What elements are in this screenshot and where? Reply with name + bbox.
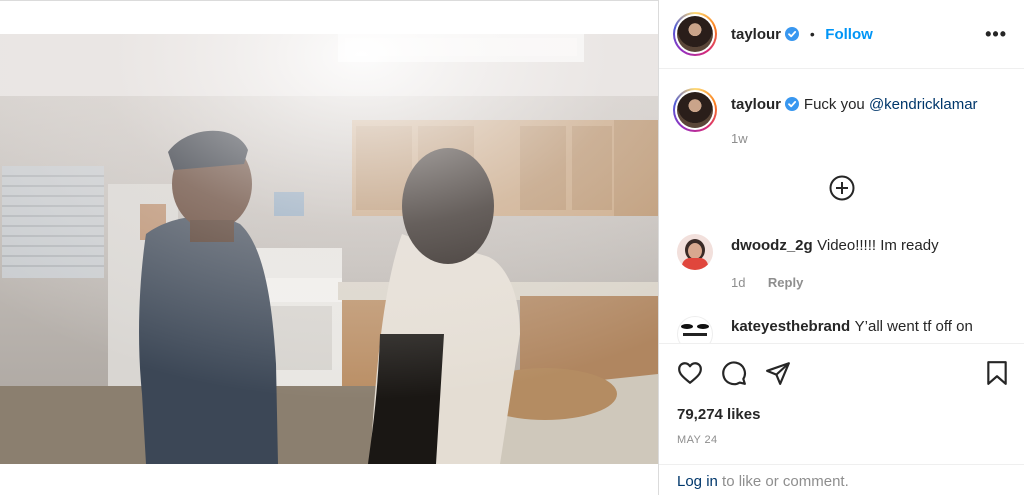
more-options-icon[interactable]: ••• [985, 24, 1007, 45]
login-link[interactable]: Log in [677, 473, 718, 490]
top-divider [0, 0, 658, 1]
comment: dwoodz_2g Video!!!!! Im ready [731, 237, 939, 255]
login-prompt-text: to like or comment. [717, 473, 849, 490]
post-photo[interactable] [0, 34, 658, 464]
instagram-post-page: taylour • Follow ••• taylour Fuck you @k… [0, 0, 1024, 495]
post-date[interactable]: MAY 24 [677, 434, 718, 446]
caption-username[interactable]: taylour [731, 96, 781, 113]
bookmark-icon[interactable] [985, 360, 1009, 386]
comment-username[interactable]: dwoodz_2g [731, 237, 813, 254]
heart-icon[interactable] [677, 360, 703, 386]
share-icon[interactable] [765, 360, 791, 386]
comment-text: Video!!!!! Im ready [817, 237, 939, 254]
comment-text: Y’all went tf off on [854, 318, 973, 335]
caption-text: Fuck you [803, 96, 869, 113]
comment-meta: 1d Reply [731, 274, 803, 292]
comment-time[interactable]: 1d [731, 275, 745, 290]
login-footer: Log in to like or comment. [659, 464, 1024, 495]
follow-button[interactable]: Follow [825, 26, 873, 43]
author-avatar[interactable] [673, 12, 717, 56]
plus-circle-icon[interactable] [829, 175, 855, 201]
comment-avatar[interactable] [677, 316, 713, 343]
caption: taylour Fuck you @kendricklamar [731, 96, 1011, 114]
caption-mention-link[interactable]: @kendricklamar [869, 96, 978, 113]
caption-avatar[interactable] [673, 88, 717, 132]
post-header: taylour • Follow ••• [659, 0, 1024, 69]
comment-icon[interactable] [721, 360, 747, 386]
caption-time[interactable]: 1w [731, 131, 748, 146]
verified-badge-icon [785, 97, 800, 111]
reply-button[interactable]: Reply [768, 275, 803, 290]
separator-dot: • [809, 26, 815, 42]
verified-badge-icon [785, 27, 800, 41]
comment-avatar[interactable] [677, 234, 713, 270]
post-actions: 79,274 likes MAY 24 [659, 343, 1024, 483]
likes-count[interactable]: 79,274 likes [677, 406, 760, 423]
author-username[interactable]: taylour [731, 26, 781, 43]
comment-username[interactable]: kateyesthebrand [731, 318, 850, 335]
post-side-panel: taylour • Follow ••• taylour Fuck you @k… [658, 0, 1024, 495]
kitchen-photo-image [0, 34, 658, 464]
comment: kateyesthebrand Y’all went tf off on [731, 318, 973, 336]
